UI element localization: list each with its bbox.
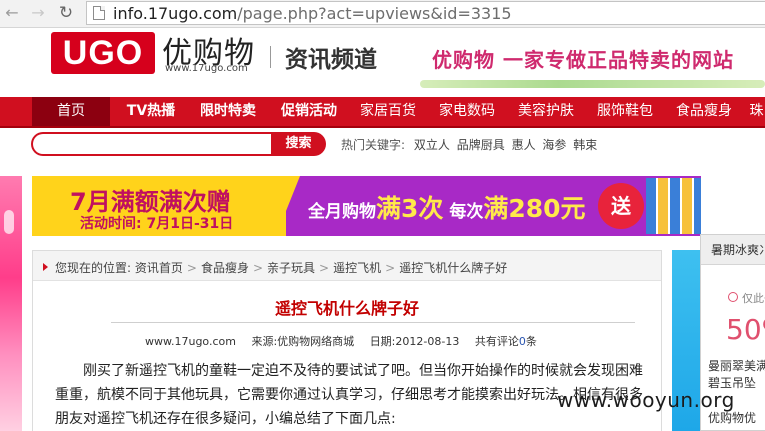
hot-keywords: 热门关键字: 双立人 品牌厨具 惠人 海参 韩束 [341,136,600,153]
comment-prefix: 共有评论 [474,335,519,348]
promo-banner[interactable]: 7月满额满次赠 活动时间: 7月1日-31日 全月购物满3次 每次满280元 送 [32,176,701,236]
promo-title: 7月满额满次赠 [70,188,231,216]
url-path: /page.php?act=upviews&id=3315 [237,4,512,23]
breadcrumb-text: 您现在的位置: 资讯首页 > 食品瘦身 > 亲子玩具 > 遥控飞机 > 遥控飞机什么牌子好 [55,259,507,276]
promo-wedge [276,176,300,236]
article-date: 日期:2012-08-13 [369,335,460,348]
promo-offer-highlight: 满3次 [376,194,444,223]
slogan-decoration [420,80,765,88]
address-bar[interactable]: info.17ugo.com/page.php?act=upviews&id=3… [86,1,765,25]
comment-count: 共有评论0条 [475,335,537,348]
comment-number[interactable]: 0 [519,335,526,348]
slogan-text: 优购物 一家专做正品特卖的网站 [432,48,734,72]
hot-keyword-link[interactable]: 韩束 [573,138,597,152]
hot-keyword-link[interactable]: 惠人 [512,138,536,152]
promo-product-image [646,178,701,234]
breadcrumb: 您现在的位置: 资讯首页 > 食品瘦身 > 亲子玩具 > 遥控飞机 > 遥控飞机什么牌子好 [33,251,661,281]
promo-offer-highlight: 满280元 [483,194,586,223]
promo-offer: 全月购物满3次 每次满280元 [308,189,586,225]
nav-item-electronics[interactable]: 家电数码 [432,97,502,126]
brand-url: www.17ugo.com [165,63,248,74]
side-box-only: 仅此一 [742,292,765,305]
hot-keyword-link[interactable]: 双立人 [414,138,450,152]
url-text[interactable]: info.17ugo.com/page.php?act=upviews&id=3… [113,4,512,23]
search-button[interactable]: 搜索 [271,132,326,156]
ugo-logo[interactable]: UGO [51,32,155,74]
article-meta: www.17ugo.com 来源:优购物网络商城 日期:2012-08-13 共… [145,333,549,349]
breadcrumb-link[interactable]: 食品瘦身 [201,261,249,275]
side-box-discount: 50% [726,313,765,346]
breadcrumb-sep: > [186,261,197,275]
breadcrumb-sep: > [319,261,330,275]
header-divider [270,46,271,68]
nav-item-jewelry[interactable]: 珠 [748,97,765,126]
clock-icon [728,292,738,302]
nav-item-beauty[interactable]: 美容护肤 [511,97,581,126]
nav-item-flash-sale[interactable]: 限时特卖 [193,97,263,126]
nav-item-fashion[interactable]: 服饰鞋包 [590,97,660,126]
breadcrumb-current[interactable]: 遥控飞机什么牌子好 [399,261,507,275]
hot-keyword-link[interactable]: 品牌厨具 [457,138,505,152]
promo-date: 活动时间: 7月1日-31日 [80,216,234,232]
nav-item-tv[interactable]: TV热播 [122,97,180,126]
article-title: 遥控飞机什么牌子好 [274,299,419,318]
nav-item-home-goods[interactable]: 家居百货 [353,97,423,126]
breadcrumb-sep: > [252,261,264,275]
nav-item-home[interactable]: 首页 [32,97,110,126]
search-input[interactable] [31,132,271,156]
side-box-product-name[interactable]: 曼丽翠美满 碧玉吊坠 [708,358,765,392]
nav-item-promotions[interactable]: 促销活动 [274,97,344,126]
promo-offer-text: 全月购物 [308,202,376,222]
breadcrumb-prefix: 您现在的位置: [55,261,132,275]
promo-offer-text: 每次 [449,202,484,222]
watermark: www.wooyun.org [557,388,735,412]
browser-toolbar: ← → ↻ info.17ugo.com/page.php?act=upview… [0,0,765,28]
promo-gift-badge: 送 [598,183,644,229]
breadcrumb-link[interactable]: 遥控飞机 [333,261,381,275]
back-arrow-icon[interactable]: ← [2,3,22,23]
side-ad-left[interactable] [0,176,22,431]
article-site: www.17ugo.com [145,335,236,348]
channel-title: 资讯频道 [285,47,377,73]
hot-keywords-label: 热门关键字: [341,138,406,152]
hot-keyword-link[interactable]: 海参 [542,138,566,152]
article-body: 刚买了新遥控飞机的童鞋一定迫不及待的要试试了吧。但当你开始操作的时候就会发现困难… [55,363,643,427]
comment-suffix: 条 [525,335,537,348]
main-nav: 首页 TV热播 限时特卖 促销活动 家居百货 家电数码 美容护肤 服饰鞋包 食品… [0,97,765,128]
article-source: 来源:优购物网络商城 [251,335,355,348]
forward-arrow-icon[interactable]: → [28,3,48,23]
breadcrumb-arrow-icon [43,263,48,271]
url-host: info.17ugo.com [113,4,238,23]
title-divider [111,322,635,323]
breadcrumb-link[interactable]: 亲子玩具 [267,261,315,275]
breadcrumb-link[interactable]: 资讯首页 [135,261,183,275]
side-box-header: 暑期冰爽冫 [701,235,765,265]
breadcrumb-sep: > [385,261,396,275]
nav-item-food[interactable]: 食品瘦身 [669,97,739,126]
page-icon [93,6,105,20]
product-name-line: 曼丽翠美满 [708,359,765,373]
reload-icon[interactable]: ↻ [56,3,76,23]
